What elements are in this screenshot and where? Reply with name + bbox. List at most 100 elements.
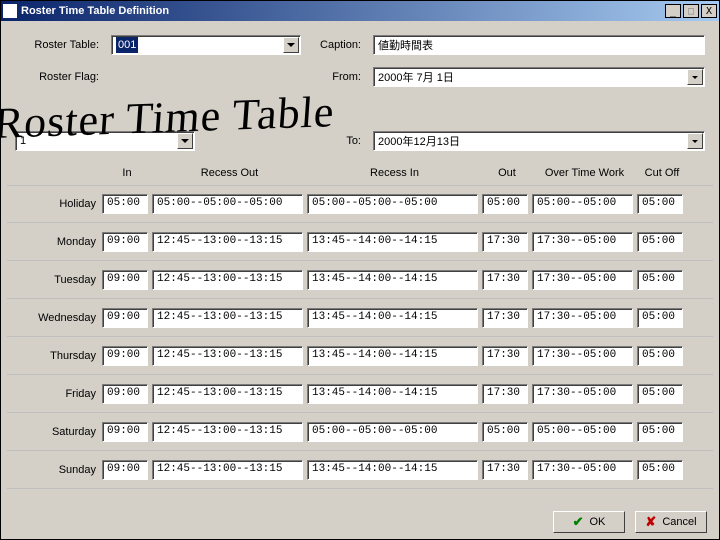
day-label: Tuesday [7, 274, 102, 286]
cell-otw[interactable]: 05:00--05:00 [532, 422, 633, 442]
cell-otw[interactable]: 17:30--05:00 [532, 346, 633, 366]
cell-recess-in[interactable]: 05:00--05:00--05:00 [307, 194, 478, 214]
cell-otw[interactable]: 17:30--05:00 [532, 232, 633, 252]
cell-recess-in[interactable]: 13:45--14:00--14:15 [307, 346, 478, 366]
cell-out[interactable]: 17:30 [482, 270, 528, 290]
table-row: Wednesday09:0012:45--13:00--13:1513:45--… [7, 299, 713, 337]
cell-in[interactable]: 09:00 [102, 308, 148, 328]
to-label: To: [307, 135, 367, 147]
window-title: Roster Time Table Definition [21, 5, 665, 17]
cell-recess-out[interactable]: 12:45--13:00--13:15 [152, 232, 303, 252]
cell-in[interactable]: 09:00 [102, 384, 148, 404]
col-recess-in: Recess In [307, 167, 482, 179]
cell-otw[interactable]: 17:30--05:00 [532, 308, 633, 328]
cell-otw[interactable]: 17:30--05:00 [532, 270, 633, 290]
cell-recess-in[interactable]: 05:00--05:00--05:00 [307, 422, 478, 442]
day-label: Holiday [7, 198, 102, 210]
cell-out[interactable]: 17:30 [482, 346, 528, 366]
roster-flag-value: 1 [20, 135, 26, 147]
cell-cutoff[interactable]: 05:00 [637, 194, 683, 214]
cell-out[interactable]: 17:30 [482, 232, 528, 252]
cell-in[interactable]: 09:00 [102, 460, 148, 480]
table-row: Monday09:0012:45--13:00--13:1513:45--14:… [7, 223, 713, 261]
table-row: Thursday09:0012:45--13:00--13:1513:45--1… [7, 337, 713, 375]
table-row: Saturday09:0012:45--13:00--13:1505:00--0… [7, 413, 713, 451]
column-headers: In Recess Out Recess In Out Over Time Wo… [7, 161, 713, 185]
day-label: Monday [7, 236, 102, 248]
cell-recess-out[interactable]: 12:45--13:00--13:15 [152, 422, 303, 442]
caption-value: 値勤時間表 [378, 37, 433, 53]
col-cutoff: Cut Off [637, 167, 687, 179]
cell-recess-out[interactable]: 12:45--13:00--13:15 [152, 308, 303, 328]
cell-in[interactable]: 09:00 [102, 346, 148, 366]
window-buttons: _ □ X [665, 4, 717, 18]
cell-out[interactable]: 05:00 [482, 422, 528, 442]
table-row: Tuesday09:0012:45--13:00--13:1513:45--14… [7, 261, 713, 299]
maximize-button[interactable]: □ [683, 4, 699, 18]
dialog-footer: ✔ OK ✘ Cancel [1, 505, 719, 539]
cell-recess-out[interactable]: 12:45--13:00--13:15 [152, 270, 303, 290]
check-icon: ✔ [573, 514, 584, 530]
cell-cutoff[interactable]: 05:00 [637, 270, 683, 290]
title-bar: Roster Time Table Definition _ □ X [1, 1, 719, 21]
cell-in[interactable]: 05:00 [102, 194, 148, 214]
table-row: Friday09:0012:45--13:00--13:1513:45--14:… [7, 375, 713, 413]
cell-otw[interactable]: 17:30--05:00 [532, 384, 633, 404]
cell-recess-out[interactable]: 12:45--13:00--13:15 [152, 346, 303, 366]
cell-recess-in[interactable]: 13:45--14:00--14:15 [307, 232, 478, 252]
app-icon [3, 4, 17, 18]
cell-in[interactable]: 09:00 [102, 422, 148, 442]
col-recess-out: Recess Out [152, 167, 307, 179]
cell-in[interactable]: 09:00 [102, 232, 148, 252]
ok-button[interactable]: ✔ OK [553, 511, 625, 533]
cell-recess-out[interactable]: 12:45--13:00--13:15 [152, 384, 303, 404]
cell-out[interactable]: 17:30 [482, 308, 528, 328]
cell-in[interactable]: 09:00 [102, 270, 148, 290]
cell-otw[interactable]: 05:00--05:00 [532, 194, 633, 214]
window: Roster Time Table Definition _ □ X Roste… [0, 0, 720, 540]
cell-recess-in[interactable]: 13:45--14:00--14:15 [307, 384, 478, 404]
roster-table-combo[interactable]: 001 [111, 35, 301, 55]
cross-icon: ✘ [645, 514, 656, 530]
cell-cutoff[interactable]: 05:00 [637, 422, 683, 442]
day-label: Saturday [7, 426, 102, 438]
from-date-input[interactable]: 2000年 7月 1日 [373, 67, 705, 87]
roster-flag-combo[interactable]: 1 [15, 131, 195, 151]
cell-out[interactable]: 17:30 [482, 384, 528, 404]
cell-cutoff[interactable]: 05:00 [637, 232, 683, 252]
cell-recess-in[interactable]: 13:45--14:00--14:15 [307, 270, 478, 290]
chevron-down-icon[interactable] [283, 37, 299, 53]
day-label: Thursday [7, 350, 102, 362]
cell-cutoff[interactable]: 05:00 [637, 346, 683, 366]
minimize-button[interactable]: _ [665, 4, 681, 18]
cell-recess-out[interactable]: 05:00--05:00--05:00 [152, 194, 303, 214]
col-day [7, 167, 102, 179]
col-out: Out [482, 167, 532, 179]
roster-table-label: Roster Table: [15, 39, 105, 51]
chevron-down-icon[interactable] [687, 69, 703, 85]
day-label: Sunday [7, 464, 102, 476]
cell-cutoff[interactable]: 05:00 [637, 308, 683, 328]
cell-recess-in[interactable]: 13:45--14:00--14:15 [307, 460, 478, 480]
cell-out[interactable]: 17:30 [482, 460, 528, 480]
caption-label: Caption: [307, 39, 367, 51]
from-label: From: [307, 71, 367, 83]
cell-cutoff[interactable]: 05:00 [637, 384, 683, 404]
cell-out[interactable]: 05:00 [482, 194, 528, 214]
cancel-button[interactable]: ✘ Cancel [635, 511, 707, 533]
chevron-down-icon[interactable] [177, 133, 193, 149]
cell-recess-in[interactable]: 13:45--14:00--14:15 [307, 308, 478, 328]
cell-recess-out[interactable]: 12:45--13:00--13:15 [152, 460, 303, 480]
day-label: Wednesday [7, 312, 102, 324]
col-in: In [102, 167, 152, 179]
cell-cutoff[interactable]: 05:00 [637, 460, 683, 480]
cell-otw[interactable]: 17:30--05:00 [532, 460, 633, 480]
timetable-rows: Holiday05:0005:00--05:00--05:0005:00--05… [7, 185, 713, 489]
close-button[interactable]: X [701, 4, 717, 18]
to-date-value: 2000年12月13日 [378, 133, 460, 149]
to-date-input[interactable]: 2000年12月13日 [373, 131, 705, 151]
from-date-value: 2000年 7月 1日 [378, 69, 454, 85]
day-label: Friday [7, 388, 102, 400]
caption-input[interactable]: 値勤時間表 [373, 35, 705, 55]
chevron-down-icon[interactable] [687, 133, 703, 149]
